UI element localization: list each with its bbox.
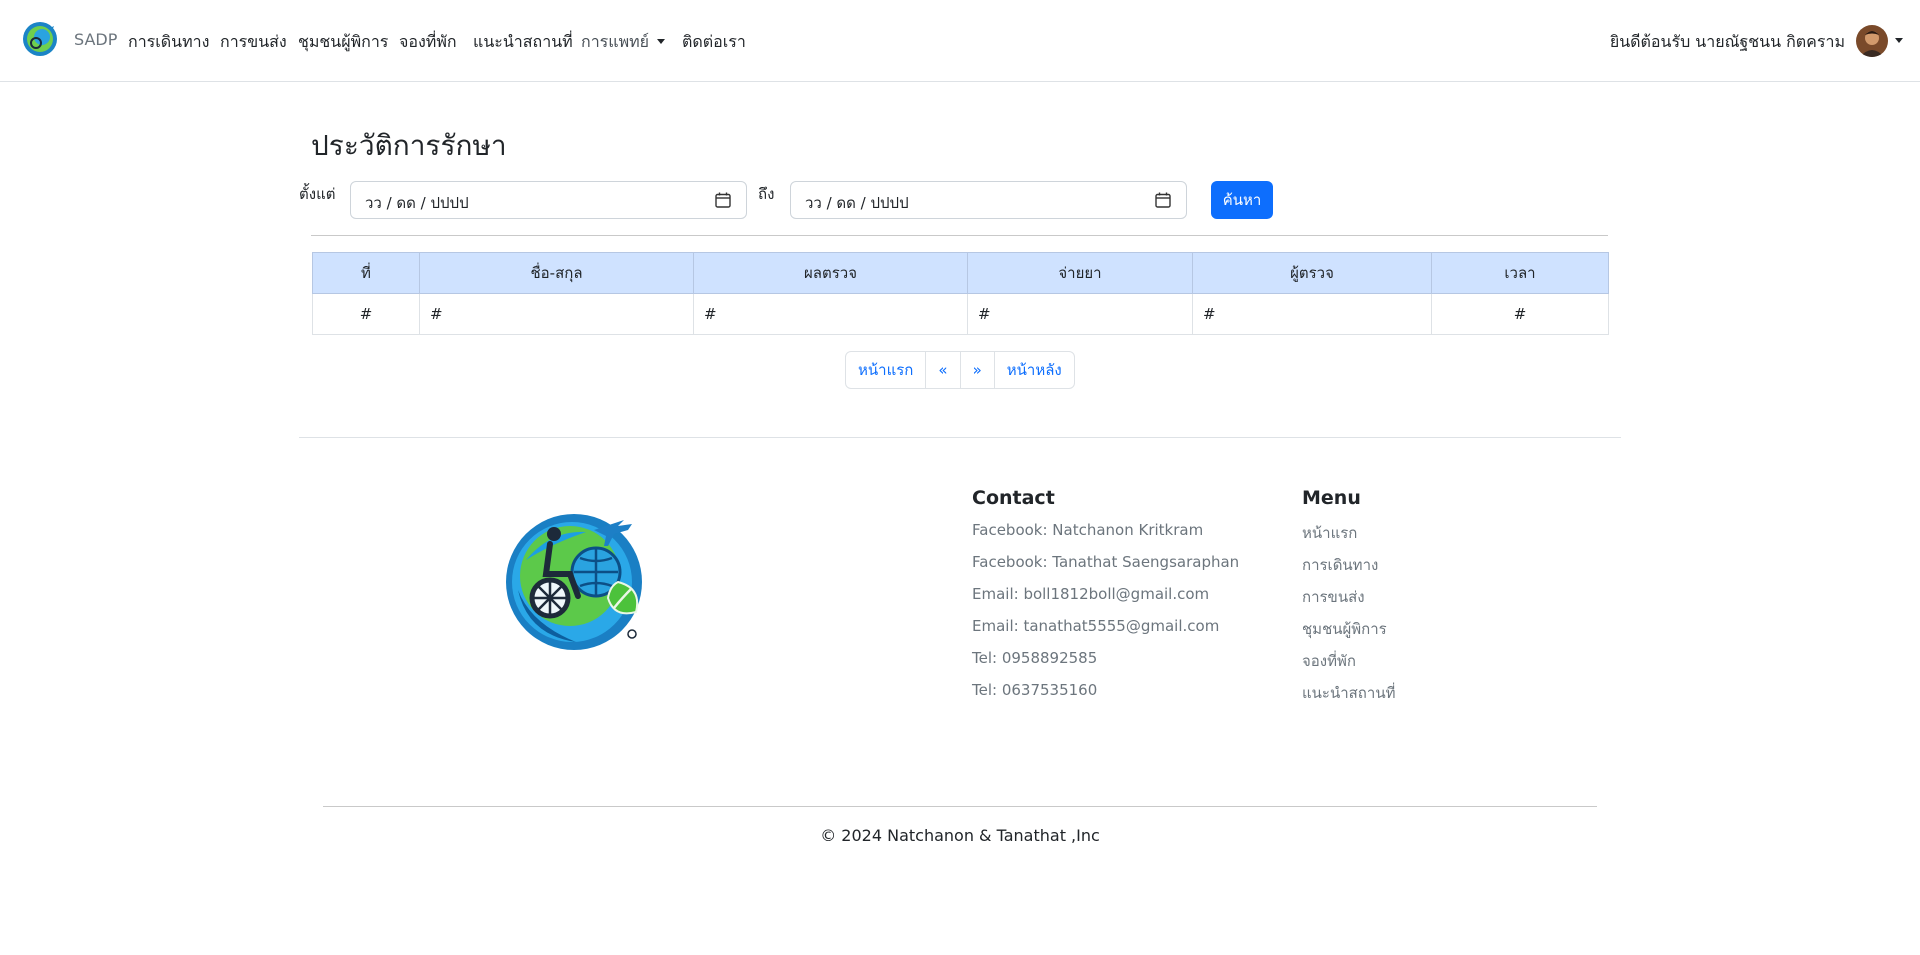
footer-menu-places[interactable]: แนะนำสถานที่ (1302, 681, 1395, 705)
footer-menu-title: Menu (1302, 487, 1361, 509)
pagination-next[interactable]: » (959, 351, 995, 389)
page-title: ประวัติการรักษา (311, 129, 507, 162)
footer-menu-travel[interactable]: การเดินทาง (1302, 553, 1378, 577)
footer-menu-disabled-community[interactable]: ชุมชนผู้พิการ (1302, 617, 1387, 641)
col-header-number: ที่ (312, 252, 420, 294)
col-header-examiner: ผู้ตรวจ (1192, 252, 1432, 294)
footer-menu-accommodation[interactable]: จองที่พัก (1302, 649, 1356, 673)
pagination: หน้าแรก « » หน้าหลัง (845, 351, 1075, 389)
table-cell: # (693, 293, 968, 335)
footer-contact-item: Email: tanathat5555@gmail.com (972, 617, 1220, 635)
divider (311, 235, 1608, 236)
to-date-input[interactable]: วว / ดด / ปปปป (790, 181, 1187, 219)
nav-dropdown-medical-label: การแพทย์ (581, 32, 650, 51)
brand-logo-icon[interactable] (22, 21, 58, 57)
avatar-image (1856, 25, 1888, 57)
footer-menu-home[interactable]: หน้าแรก (1302, 521, 1357, 545)
table-cell: # (1431, 293, 1609, 335)
to-date-value: วว / ดด / ปปปป (805, 194, 909, 212)
footer-bottom-divider (323, 806, 1597, 807)
calendar-icon[interactable] (1154, 191, 1172, 209)
table-row: # # # # # # (312, 293, 1609, 335)
col-header-result: ผลตรวจ (693, 252, 968, 294)
footer-contact-item: Tel: 0958892585 (972, 649, 1098, 667)
col-header-time: เวลา (1431, 252, 1609, 294)
pagination-first[interactable]: หน้าแรก (845, 351, 927, 389)
top-navbar: SADP การเดินทาง การขนส่ง ชุมชนผู้พิการ จ… (0, 0, 1920, 82)
table-header-row: ที่ ชื่อ-สกุล ผลตรวจ จ่ายยา ผู้ตรวจ เวลา (312, 252, 1609, 294)
treatment-history-table: ที่ ชื่อ-สกุล ผลตรวจ จ่ายยา ผู้ตรวจ เวลา… (312, 252, 1609, 335)
footer-divider (299, 437, 1621, 438)
footer-contact-item: Email: boll1812boll@gmail.com (972, 585, 1210, 603)
table-cell: # (312, 293, 420, 335)
footer-contact-title: Contact (972, 487, 1055, 509)
chevron-down-icon[interactable] (1895, 38, 1903, 43)
pagination-prev[interactable]: « (925, 351, 961, 389)
nav-link-contact[interactable]: ติดต่อเรา (682, 30, 746, 55)
nav-link-accommodation[interactable]: จองที่พัก (399, 30, 457, 55)
user-avatar[interactable] (1856, 25, 1888, 57)
table-cell: # (967, 293, 1193, 335)
footer-menu-transport[interactable]: การขนส่ง (1302, 585, 1365, 609)
welcome-text: ยินดีต้อนรับ นายณัฐชนน กิตคราม (1609, 32, 1845, 51)
calendar-icon[interactable] (714, 191, 732, 209)
table-cell: # (419, 293, 694, 335)
from-date-input[interactable]: วว / ดด / ปปปป (350, 181, 747, 219)
col-header-medication: จ่ายยา (967, 252, 1193, 294)
from-date-label: ตั้งแต่ (299, 185, 336, 203)
footer-contact-item: Tel: 0637535160 (972, 681, 1098, 699)
brand-name[interactable]: SADP (74, 30, 117, 49)
nav-link-transport[interactable]: การขนส่ง (220, 30, 287, 55)
nav-link-disabled-community[interactable]: ชุมชนผู้พิการ (298, 30, 388, 55)
copyright-text: © 2024 Natchanon & Tanathat ,Inc (820, 826, 1100, 845)
footer-contact-item: Facebook: Natchanon Kritkram (972, 521, 1204, 539)
from-date-value: วว / ดด / ปปปป (365, 194, 469, 212)
footer-logo-icon (506, 510, 646, 655)
search-button[interactable]: ค้นหา (1211, 181, 1273, 219)
nav-link-places[interactable]: แนะนำสถานที่ (473, 30, 573, 55)
footer-contact-item: Facebook: Tanathat Saengsaraphan (972, 553, 1240, 571)
to-date-label: ถึง (758, 185, 775, 203)
col-header-name: ชื่อ-สกุล (419, 252, 694, 294)
nav-link-travel[interactable]: การเดินทาง (128, 30, 209, 55)
nav-dropdown-medical[interactable]: การแพทย์ (581, 30, 665, 55)
table-cell: # (1192, 293, 1432, 335)
pagination-last[interactable]: หน้าหลัง (993, 351, 1075, 389)
